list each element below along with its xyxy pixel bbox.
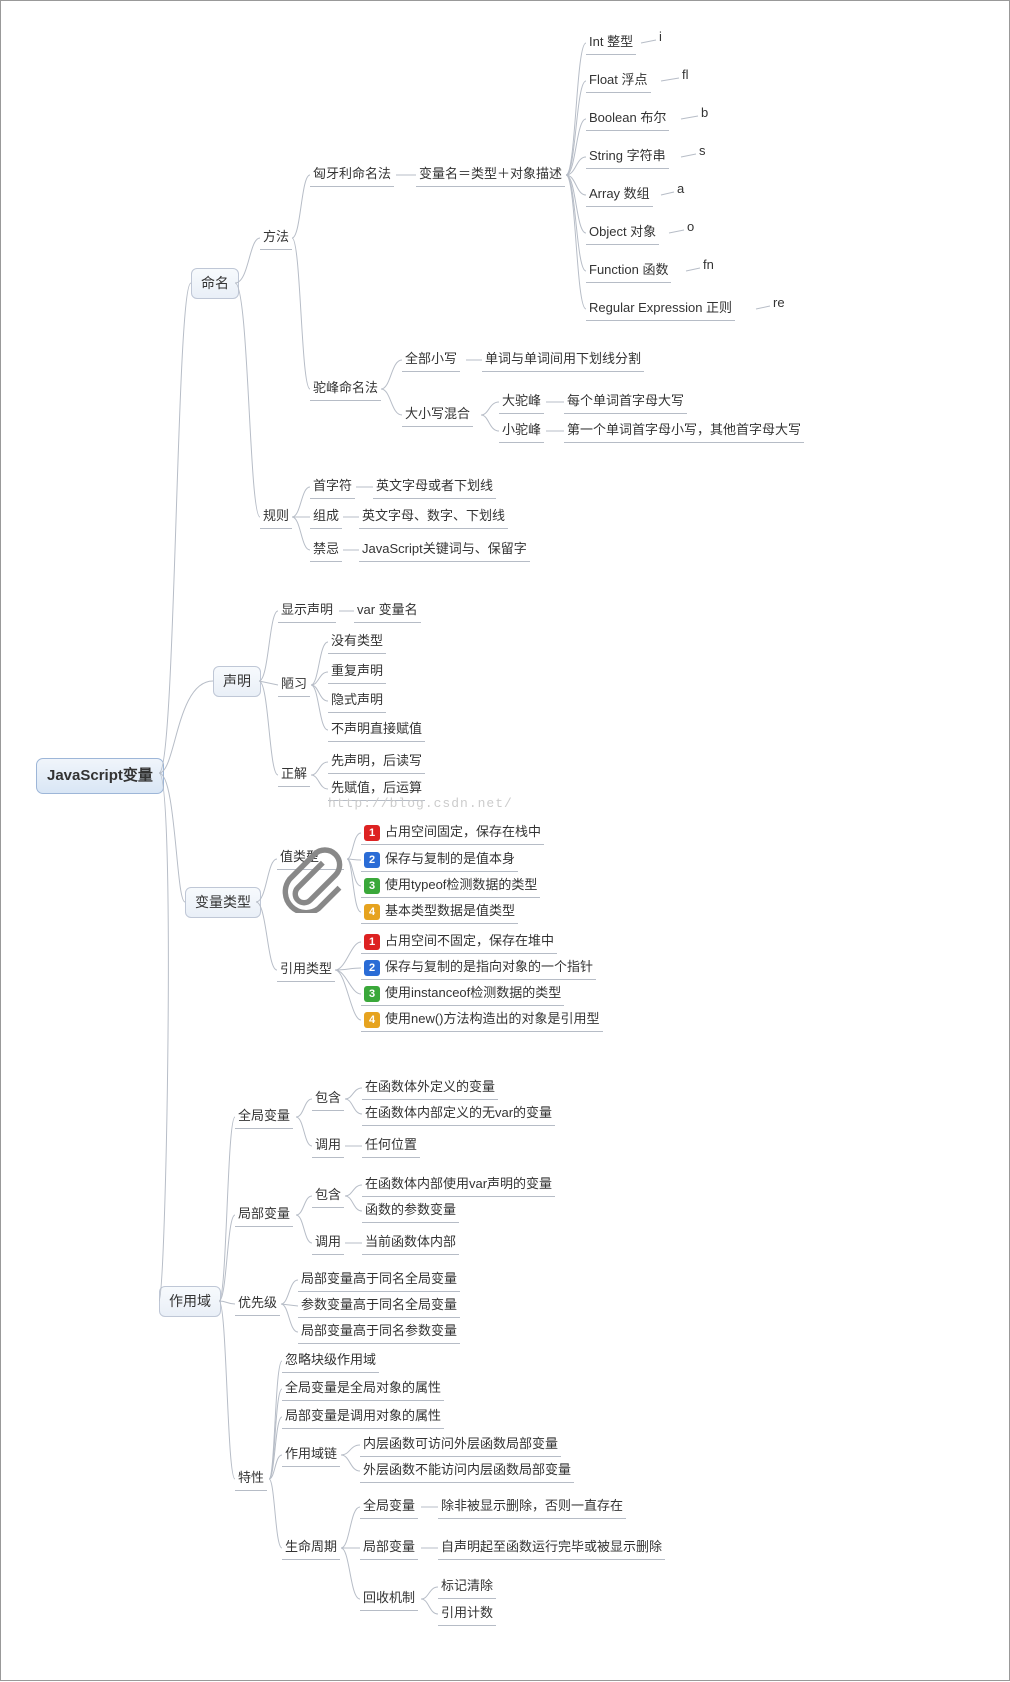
- declare-explicit-desc: var 变量名: [354, 599, 421, 623]
- scope-l-call[interactable]: 调用: [312, 1231, 344, 1255]
- root-node[interactable]: JavaScript变量: [36, 758, 164, 794]
- rule-forbid-desc: JavaScript关键词与、保留字: [359, 538, 530, 562]
- camel-mix[interactable]: 大小写混合: [402, 403, 473, 427]
- type-function: Function 函数: [586, 259, 671, 283]
- type-bool-code: b: [698, 102, 711, 125]
- type-string: String 字符串: [586, 145, 669, 169]
- type-float-code: fl: [679, 64, 692, 87]
- scope-trait[interactable]: 特性: [235, 1467, 267, 1491]
- r-d: 4使用new()方法构造出的对象是引用型: [361, 1008, 603, 1032]
- declare-good-a: 先声明，后读写: [328, 750, 425, 774]
- declare-node[interactable]: 声明: [213, 666, 261, 697]
- scope-life-l[interactable]: 局部变量: [360, 1536, 418, 1560]
- type-array-code: a: [674, 178, 687, 201]
- scope-global[interactable]: 全局变量: [235, 1105, 293, 1129]
- camel-lower-desc: 单词与单词间用下划线分割: [482, 348, 644, 372]
- declare-bad-c: 隐式声明: [328, 689, 386, 713]
- declare-bad-b: 重复声明: [328, 660, 386, 684]
- scope-life-l-d: 自声明起至函数运行完毕或被显示删除: [438, 1536, 665, 1560]
- camel-lower[interactable]: 全部小写: [402, 348, 460, 372]
- hungarian-node[interactable]: 匈牙利命名法: [310, 163, 394, 187]
- type-object-code: o: [684, 216, 697, 239]
- scope-local[interactable]: 局部变量: [235, 1203, 293, 1227]
- rule-first[interactable]: 首字符: [310, 475, 355, 499]
- type-function-code: fn: [700, 254, 717, 277]
- v-c: 3使用typeof检测数据的类型: [361, 874, 540, 898]
- v-b: 2保存与复制的是值本身: [361, 848, 518, 872]
- rule-compose[interactable]: 组成: [310, 505, 342, 529]
- type-int-code: i: [656, 26, 665, 49]
- r-a: 1占用空间不固定，保存在堆中: [361, 930, 557, 954]
- type-float: Float 浮点: [586, 69, 651, 93]
- camel-small-desc: 第一个单词首字母小写，其他首字母大写: [564, 419, 804, 443]
- rule-forbid[interactable]: 禁忌: [310, 538, 342, 562]
- scope-l-call-a: 当前函数体内部: [362, 1231, 459, 1255]
- rule-first-desc: 英文字母或者下划线: [373, 475, 496, 499]
- scope-priority[interactable]: 优先级: [235, 1292, 280, 1316]
- type-string-code: s: [696, 140, 709, 163]
- scope-chain-a: 内层函数可访问外层函数局部变量: [360, 1433, 561, 1457]
- scope-l-contain[interactable]: 包含: [312, 1184, 344, 1208]
- camel-node[interactable]: 驼峰命名法: [310, 377, 381, 401]
- type-regex-code: re: [770, 292, 788, 315]
- naming-node[interactable]: 命名: [191, 268, 239, 299]
- scope-g-c-b: 在函数体内部定义的无var的变量: [362, 1102, 555, 1126]
- scope-life-gc-a: 标记清除: [438, 1575, 496, 1599]
- scope-g-call[interactable]: 调用: [312, 1134, 344, 1158]
- type-object: Object 对象: [586, 221, 659, 245]
- scope-node[interactable]: 作用域: [159, 1286, 221, 1317]
- type-regex: Regular Expression 正则: [586, 297, 735, 321]
- vartype-value[interactable]: 值类型: [277, 846, 344, 870]
- vartype-node[interactable]: 变量类型: [185, 887, 261, 918]
- scope-p-b: 参数变量高于同名全局变量: [298, 1294, 460, 1318]
- vartype-ref[interactable]: 引用类型: [277, 958, 335, 982]
- scope-chain-b: 外层函数不能访问内层函数局部变量: [360, 1459, 574, 1483]
- scope-l-c-a: 在函数体内部使用var声明的变量: [362, 1173, 555, 1197]
- scope-l-c-b: 函数的参数变量: [362, 1199, 459, 1223]
- scope-life-gc[interactable]: 回收机制: [360, 1587, 418, 1611]
- scope-life-gc-b: 引用计数: [438, 1602, 496, 1626]
- rule-compose-desc: 英文字母、数字、下划线: [359, 505, 508, 529]
- r-c: 3使用instanceof检测数据的类型: [361, 982, 564, 1006]
- attachment-icon: [327, 851, 341, 865]
- type-bool: Boolean 布尔: [586, 107, 669, 131]
- scope-p-a: 局部变量高于同名全局变量: [298, 1268, 460, 1292]
- r-b: 2保存与复制的是指向对象的一个指针: [361, 956, 596, 980]
- type-int: Int 整型: [586, 31, 636, 55]
- watermark: http://blog.csdn.net/: [328, 796, 513, 811]
- scope-life-g[interactable]: 全局变量: [360, 1495, 418, 1519]
- declare-explicit[interactable]: 显示声明: [278, 599, 336, 623]
- declare-bad-a: 没有类型: [328, 630, 386, 654]
- scope-g-contain[interactable]: 包含: [312, 1087, 344, 1111]
- scope-g-c-a: 在函数体外定义的变量: [362, 1076, 498, 1100]
- scope-life[interactable]: 生命周期: [282, 1536, 340, 1560]
- v-a: 1占用空间固定，保存在栈中: [361, 821, 544, 845]
- hungarian-rule: 变量名＝类型＋对象描述: [416, 163, 565, 187]
- scope-g-call-a: 任何位置: [362, 1134, 420, 1158]
- method-node[interactable]: 方法: [260, 226, 292, 250]
- scope-t-c: 局部变量是调用对象的属性: [282, 1405, 444, 1429]
- scope-chain[interactable]: 作用域链: [282, 1443, 340, 1467]
- declare-good[interactable]: 正解: [278, 763, 310, 787]
- v-d: 4基本类型数据是值类型: [361, 900, 518, 924]
- scope-p-c: 局部变量高于同名参数变量: [298, 1320, 460, 1344]
- scope-t-a: 忽略块级作用域: [282, 1349, 379, 1373]
- camel-big[interactable]: 大驼峰: [499, 390, 544, 414]
- scope-t-b: 全局变量是全局对象的属性: [282, 1377, 444, 1401]
- type-array: Array 数组: [586, 183, 653, 207]
- camel-small[interactable]: 小驼峰: [499, 419, 544, 443]
- declare-bad-d: 不声明直接赋值: [328, 718, 425, 742]
- declare-bad[interactable]: 陋习: [278, 673, 310, 697]
- scope-life-g-d: 除非被显示删除，否则一直存在: [438, 1495, 626, 1519]
- camel-big-desc: 每个单词首字母大写: [564, 390, 687, 414]
- rule-node[interactable]: 规则: [260, 505, 292, 529]
